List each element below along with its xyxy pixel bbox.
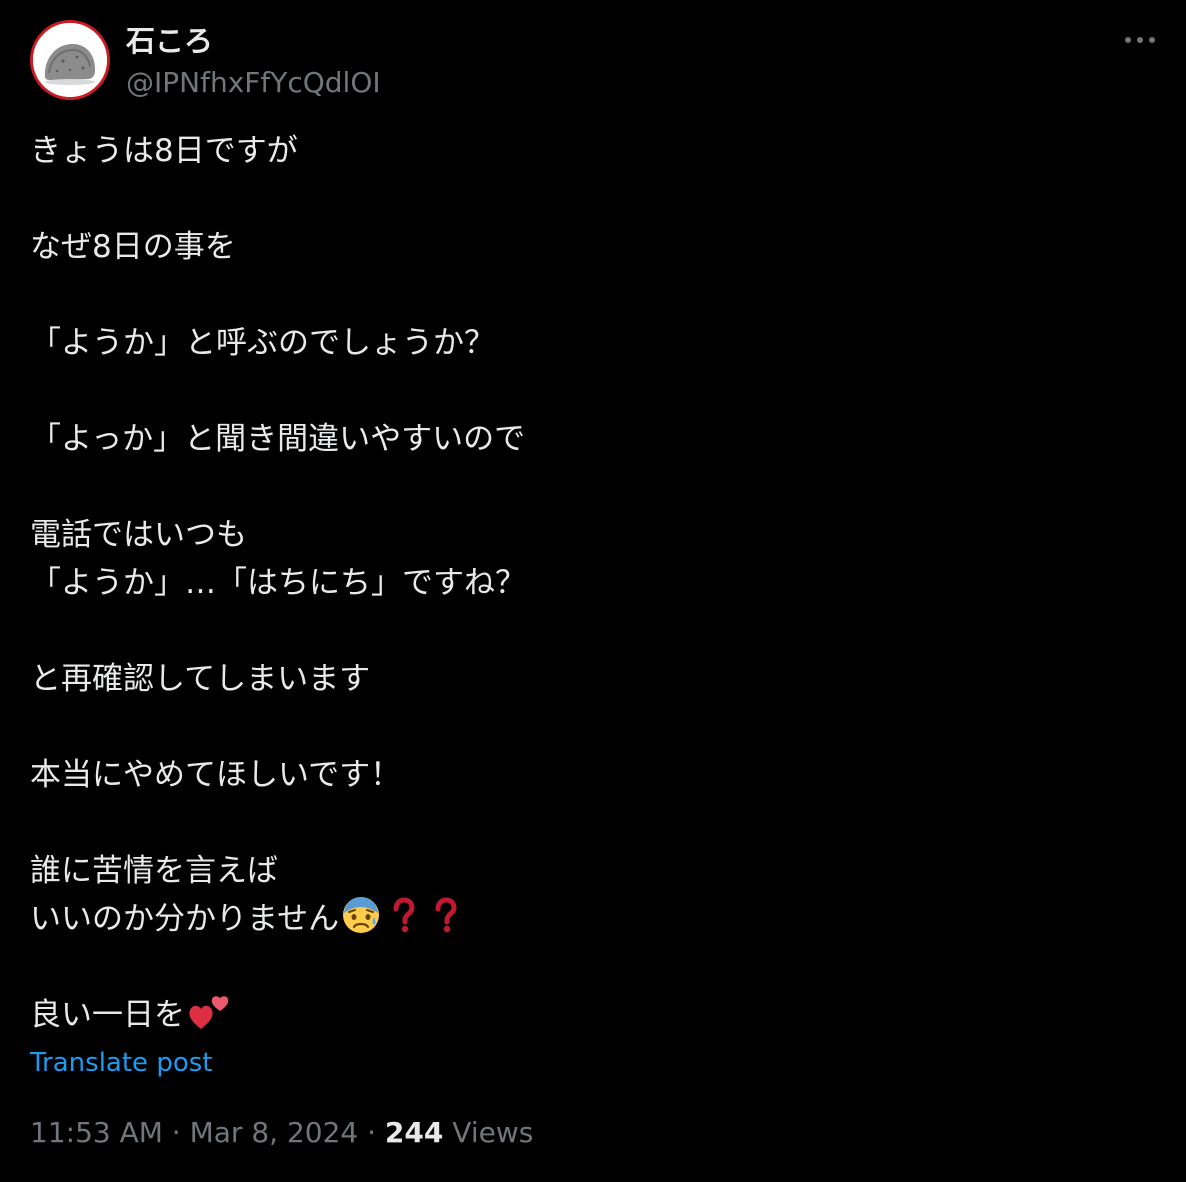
post-time[interactable]: 11:53 AM xyxy=(30,1116,163,1149)
post-line: 「ようか」…「はちにち」ですね？ xyxy=(30,565,526,601)
post-date[interactable]: Mar 8, 2024 xyxy=(190,1116,359,1149)
post-line: 「よっか」と聞き間違いやすいので xyxy=(30,421,526,457)
author-names: 石ころ @IPNfhxFfYcQdlOI xyxy=(126,22,381,102)
post-line: 「ようか」と呼ぶのでしょうか？ xyxy=(30,325,495,361)
post-meta: 11:53 AM · Mar 8, 2024 · 244 Views xyxy=(30,1114,533,1152)
two-hearts-icon xyxy=(187,991,231,1045)
views-count[interactable]: 244 xyxy=(385,1116,443,1149)
red-question-mark-icon xyxy=(425,895,465,949)
stone-avatar-icon xyxy=(33,23,107,97)
avatar[interactable] xyxy=(30,20,110,100)
more-options-button[interactable] xyxy=(1120,28,1160,52)
views-label[interactable]: Views xyxy=(443,1116,533,1149)
post-line: 電話ではいつも xyxy=(30,517,247,553)
post-header: 石ころ @IPNfhxFfYcQdlOI xyxy=(30,20,1160,102)
post-line: 誰に苦情を言えば xyxy=(30,853,278,889)
post-line: 本当にやめてほしいです！ xyxy=(30,757,402,793)
red-question-mark-icon xyxy=(383,895,423,949)
more-horizontal-icon xyxy=(1125,37,1155,43)
meta-separator: · xyxy=(358,1116,385,1149)
post-line: と再確認してしまいます xyxy=(30,661,371,697)
post-detail: 石ころ @IPNfhxFfYcQdlOI きょうは8日ですが なぜ8日の事を 「… xyxy=(0,0,1186,1182)
author-handle[interactable]: @IPNfhxFfYcQdlOI xyxy=(126,64,381,102)
post-line-text: 良い一日を xyxy=(30,997,185,1033)
post-line: なぜ8日の事を xyxy=(30,229,236,265)
post-text: きょうは8日ですが なぜ8日の事を 「ようか」と呼ぶのでしょうか？ 「よっか」と… xyxy=(30,127,1150,1039)
meta-separator: · xyxy=(162,1116,190,1149)
author-display-name[interactable]: 石ころ xyxy=(126,22,381,60)
translate-post-link[interactable]: Translate post xyxy=(30,1046,212,1080)
anxious-face-icon xyxy=(341,895,381,949)
post-line-text: いいのか分かりません xyxy=(30,901,340,937)
post-line-with-emoji: いいのか分かりません xyxy=(30,895,1150,943)
post-line-with-emoji: 良い一日を xyxy=(30,991,1150,1039)
post-line: きょうは8日ですが xyxy=(30,133,298,169)
